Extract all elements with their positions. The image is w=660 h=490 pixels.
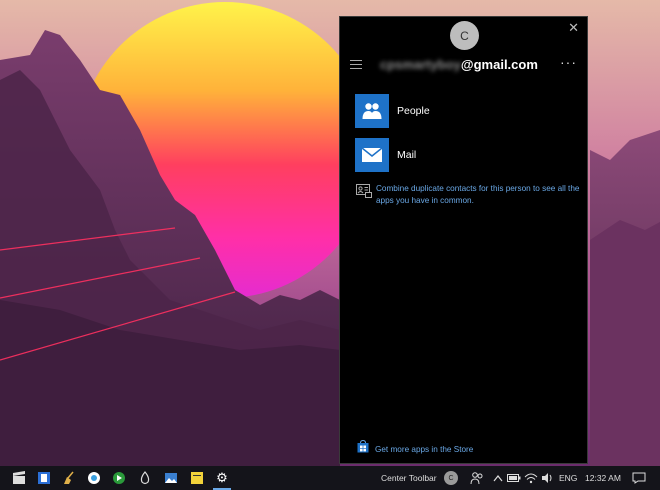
more-options-icon[interactable]: ··· [560,54,577,70]
contact-avatar[interactable]: C [450,21,479,50]
green-app-icon[interactable] [112,471,126,485]
close-icon[interactable]: ✕ [568,21,579,35]
clapperboard-icon[interactable] [12,471,26,485]
wifi-icon[interactable] [524,471,538,485]
people-taskbar-icon[interactable] [470,471,484,485]
notice-text: Combine duplicate contacts for this pers… [376,184,580,205]
broom-icon[interactable] [62,471,76,485]
action-center-icon[interactable] [632,471,646,485]
center-toolbar-label[interactable]: Center Toolbar [381,466,437,490]
taskbar: ⚙ Center Toolbar C ENG 12:32 AM [0,466,660,490]
app-item-people[interactable]: People [355,94,430,128]
app-item-mail[interactable]: Mail [355,138,416,172]
email-domain: @gmail.com [460,57,538,72]
volume-icon[interactable] [541,471,555,485]
chevron-up-icon[interactable] [491,471,505,485]
contact-email: cpsmartyboy @gmail.com [380,57,550,72]
store-icon [357,439,369,458]
people-flyout: C ✕ cpsmartyboy @gmail.com ··· People Ma… [339,16,588,464]
app-label-people: People [397,105,430,117]
sticky-notes-icon[interactable] [190,471,204,485]
taskbar-contact-avatar[interactable]: C [444,471,458,485]
store-link[interactable]: Get more apps in the Store [357,439,474,458]
hamburger-menu-icon[interactable] [350,60,362,69]
email-username: cpsmartyboy [380,57,461,72]
browser-icon[interactable] [87,471,101,485]
combine-contacts-notice[interactable]: Combine duplicate contacts for this pers… [356,183,582,207]
clock[interactable]: 12:32 AM [585,466,621,490]
mail-icon [355,138,389,172]
app-label-mail: Mail [397,149,417,161]
people-icon [355,94,389,128]
contact-card-icon [356,184,372,198]
settings-gear-icon[interactable]: ⚙ [213,471,231,490]
droplet-icon[interactable] [138,471,152,485]
language-indicator[interactable]: ENG [559,466,577,490]
store-link-label: Get more apps in the Store [375,444,474,454]
battery-icon[interactable] [507,471,521,485]
document-app-icon[interactable] [37,471,51,485]
photos-icon[interactable] [164,471,178,485]
